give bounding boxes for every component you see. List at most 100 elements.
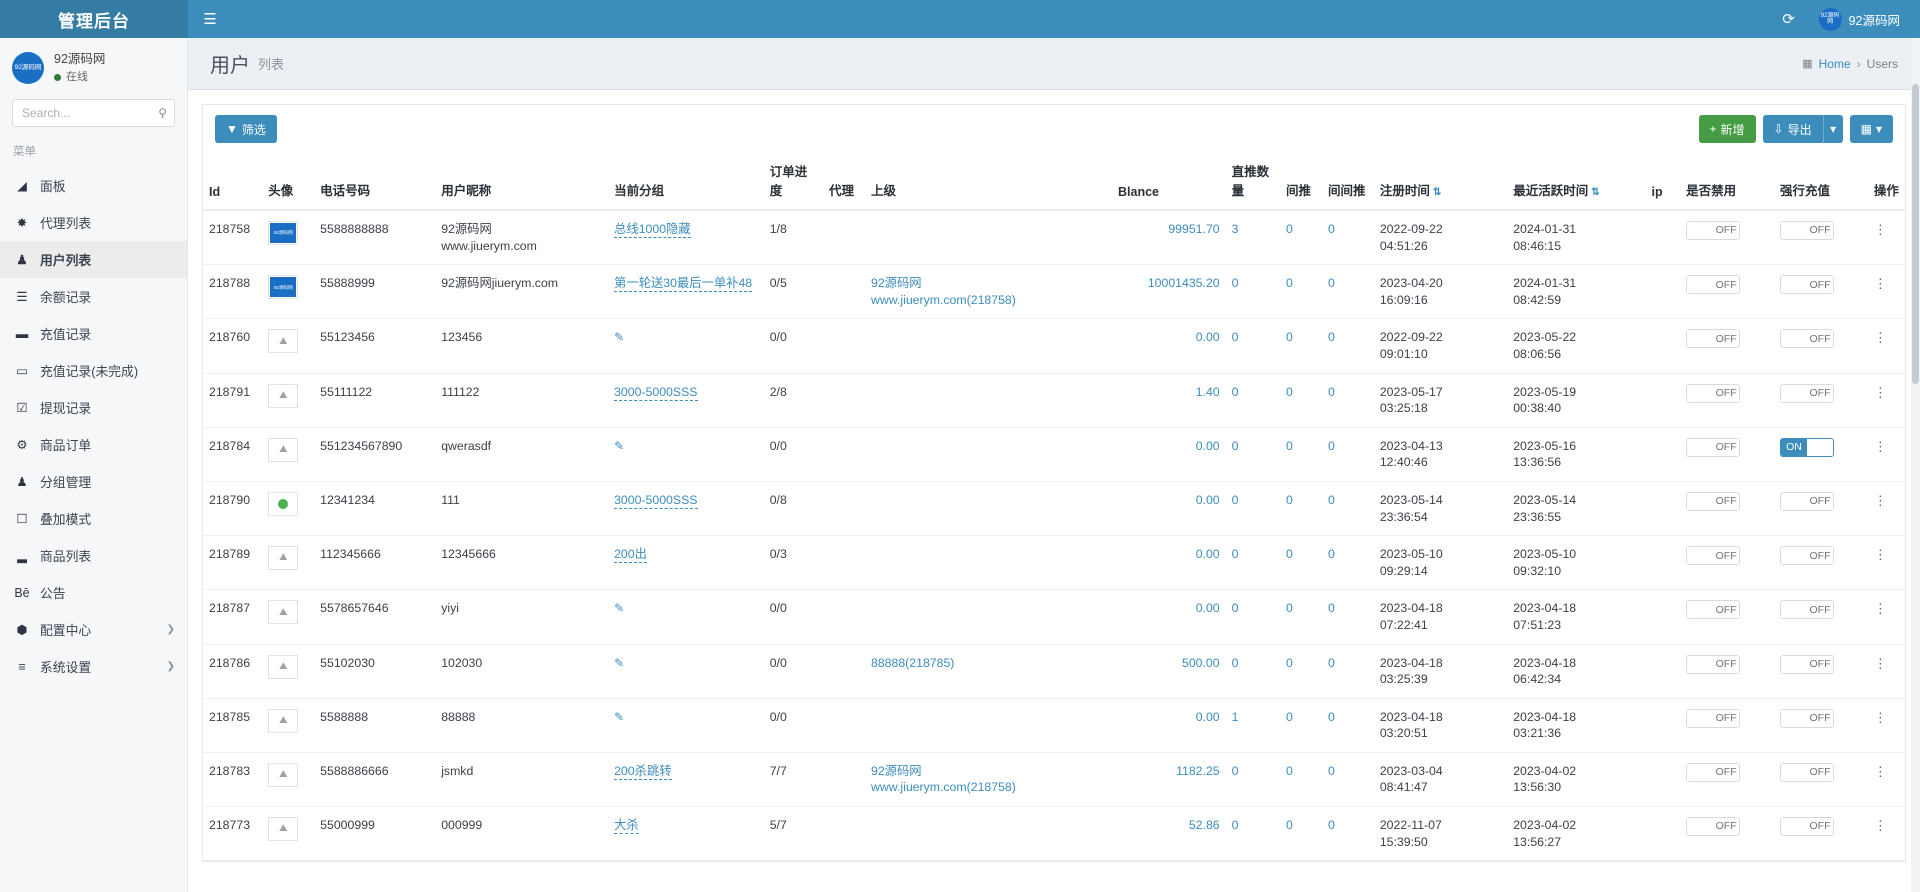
indirect2-count[interactable]: 0 (1328, 439, 1335, 453)
indirect2-count[interactable]: 0 (1328, 656, 1335, 670)
balance-value[interactable]: 0.00 (1196, 547, 1220, 561)
indirect1-count[interactable]: 0 (1286, 330, 1293, 344)
vertical-ellipsis-icon[interactable]: ⋮ (1874, 222, 1887, 237)
force-recharge-toggle[interactable]: OFF (1779, 383, 1834, 403)
direct-count[interactable]: 0 (1232, 385, 1239, 399)
direct-count[interactable]: 0 (1232, 764, 1239, 778)
pencil-icon[interactable]: ✎ (614, 601, 624, 615)
vertical-ellipsis-icon[interactable]: ⋮ (1874, 656, 1887, 671)
balance-value[interactable]: 0.00 (1196, 330, 1220, 344)
disabled-toggle[interactable]: OFF (1686, 491, 1741, 511)
direct-count[interactable]: 0 (1232, 656, 1239, 670)
disabled-toggle[interactable]: OFF (1686, 817, 1741, 837)
indirect2-count[interactable]: 0 (1328, 330, 1335, 344)
sidebar-item-9[interactable]: ♟ 分组管理 (0, 463, 187, 500)
app-brand[interactable]: 管理后台 (0, 0, 188, 38)
vertical-ellipsis-icon[interactable]: ⋮ (1874, 439, 1887, 454)
indirect1-count[interactable]: 0 (1286, 222, 1293, 236)
direct-count[interactable]: 3 (1232, 222, 1239, 236)
balance-value[interactable]: 99951.70 (1168, 222, 1219, 236)
vertical-ellipsis-icon[interactable]: ⋮ (1874, 818, 1887, 833)
filter-button[interactable]: ▼ 筛选 (215, 115, 277, 143)
indirect1-count[interactable]: 0 (1286, 710, 1293, 724)
sidebar-item-12[interactable]: Bē 公告 (0, 574, 187, 611)
force-recharge-toggle[interactable]: OFF (1779, 654, 1834, 674)
direct-count[interactable]: 0 (1232, 439, 1239, 453)
balance-value[interactable]: 52.86 (1189, 818, 1220, 832)
vertical-ellipsis-icon[interactable]: ⋮ (1874, 547, 1887, 562)
indirect1-count[interactable]: 0 (1286, 656, 1293, 670)
indirect1-count[interactable]: 0 (1286, 385, 1293, 399)
group-link[interactable]: 3000-5000SSS (614, 384, 698, 401)
disabled-toggle[interactable]: OFF (1686, 437, 1741, 457)
force-recharge-toggle[interactable]: OFF (1779, 491, 1834, 511)
disabled-toggle[interactable]: OFF (1686, 329, 1741, 349)
balance-value[interactable]: 1.40 (1196, 385, 1220, 399)
group-link[interactable]: 200杀跳转 (614, 763, 672, 780)
sidebar-item-1[interactable]: ◢ 面板 (0, 167, 187, 204)
direct-count[interactable]: 0 (1232, 601, 1239, 615)
indirect2-count[interactable]: 0 (1328, 493, 1335, 507)
parent-link-line1[interactable]: 92源码网 (871, 764, 922, 778)
user-menu[interactable]: 92源码网 92源码网 (1809, 0, 1910, 38)
direct-count[interactable]: 0 (1232, 276, 1239, 290)
vertical-ellipsis-icon[interactable]: ⋮ (1874, 764, 1887, 779)
breadcrumb-home[interactable]: Home (1819, 57, 1851, 71)
sidebar-item-4[interactable]: ☰ 余额记录 (0, 278, 187, 315)
sidebar-item-2[interactable]: ✸ 代理列表 (0, 204, 187, 241)
parent-link-line1[interactable]: 92源码网 (871, 276, 922, 290)
balance-value[interactable]: 10001435.20 (1148, 276, 1220, 290)
parent-link-line2[interactable]: www.jiuerym.com(218758) (871, 780, 1016, 794)
page-scrollbar-thumb[interactable] (1912, 84, 1919, 384)
direct-count[interactable]: 0 (1232, 547, 1239, 561)
direct-count[interactable]: 0 (1232, 493, 1239, 507)
sidebar-item-11[interactable]: ▂ 商品列表 (0, 537, 187, 574)
vertical-ellipsis-icon[interactable]: ⋮ (1874, 276, 1887, 291)
sidebar-item-14[interactable]: ≡ 系统设置 ❯ (0, 648, 187, 685)
indirect1-count[interactable]: 0 (1286, 493, 1293, 507)
group-link[interactable]: 3000-5000SSS (614, 492, 698, 509)
disabled-toggle[interactable]: OFF (1686, 275, 1741, 295)
vertical-ellipsis-icon[interactable]: ⋮ (1874, 385, 1887, 400)
indirect1-count[interactable]: 0 (1286, 601, 1293, 615)
sidebar-item-8[interactable]: ⚙ 商品订单 (0, 426, 187, 463)
refresh-icon[interactable]: ⟳ (1769, 0, 1809, 38)
force-recharge-toggle[interactable]: OFF (1779, 275, 1834, 295)
disabled-toggle[interactable]: OFF (1686, 708, 1741, 728)
vertical-ellipsis-icon[interactable]: ⋮ (1874, 710, 1887, 725)
direct-count[interactable]: 1 (1232, 710, 1239, 724)
vertical-ellipsis-icon[interactable]: ⋮ (1874, 330, 1887, 345)
parent-link-line2[interactable]: www.jiuerym.com(218758) (871, 293, 1016, 307)
force-recharge-toggle[interactable]: OFF (1779, 817, 1834, 837)
group-link[interactable]: 第一轮送30最后一单补48 (614, 276, 753, 293)
pencil-icon[interactable]: ✎ (614, 439, 624, 453)
force-recharge-toggle[interactable]: OFF (1779, 762, 1834, 782)
search-input[interactable] (12, 99, 175, 128)
direct-count[interactable]: 0 (1232, 818, 1239, 832)
sidebar-item-5[interactable]: ▬ 充值记录 (0, 315, 187, 352)
export-dropdown-button[interactable]: ▾ (1822, 115, 1843, 143)
disabled-toggle[interactable]: OFF (1686, 762, 1741, 782)
balance-value[interactable]: 500.00 (1182, 656, 1220, 670)
sidebar-item-3[interactable]: ♟ 用户列表 (0, 241, 187, 279)
parent-link-line1[interactable]: 88888(218785) (871, 656, 954, 670)
sidebar-item-7[interactable]: ☑ 提现记录 (0, 389, 187, 426)
indirect1-count[interactable]: 0 (1286, 547, 1293, 561)
balance-value[interactable]: 0.00 (1196, 493, 1220, 507)
balance-value[interactable]: 0.00 (1196, 710, 1220, 724)
pencil-icon[interactable]: ✎ (614, 656, 624, 670)
balance-value[interactable]: 0.00 (1196, 439, 1220, 453)
indirect2-count[interactable]: 0 (1328, 710, 1335, 724)
group-link[interactable]: 大杀 (614, 818, 639, 835)
force-recharge-toggle[interactable]: OFF (1779, 600, 1834, 620)
group-link[interactable]: 200出 (614, 547, 647, 564)
sidebar-item-13[interactable]: ⬢ 配置中心 ❯ (0, 611, 187, 648)
indirect2-count[interactable]: 0 (1328, 764, 1335, 778)
vertical-ellipsis-icon[interactable]: ⋮ (1874, 601, 1887, 616)
add-button[interactable]: + 新增 (1698, 115, 1756, 143)
sidebar-user-panel[interactable]: 92源码网 92源码网 在线 (0, 38, 187, 95)
column-header-reg_time[interactable]: 注册时间 ⇅ (1373, 153, 1508, 211)
pencil-icon[interactable]: ✎ (614, 710, 624, 724)
indirect1-count[interactable]: 0 (1286, 818, 1293, 832)
column-header-active_time[interactable]: 最近活跃时间 ⇅ (1507, 153, 1646, 211)
